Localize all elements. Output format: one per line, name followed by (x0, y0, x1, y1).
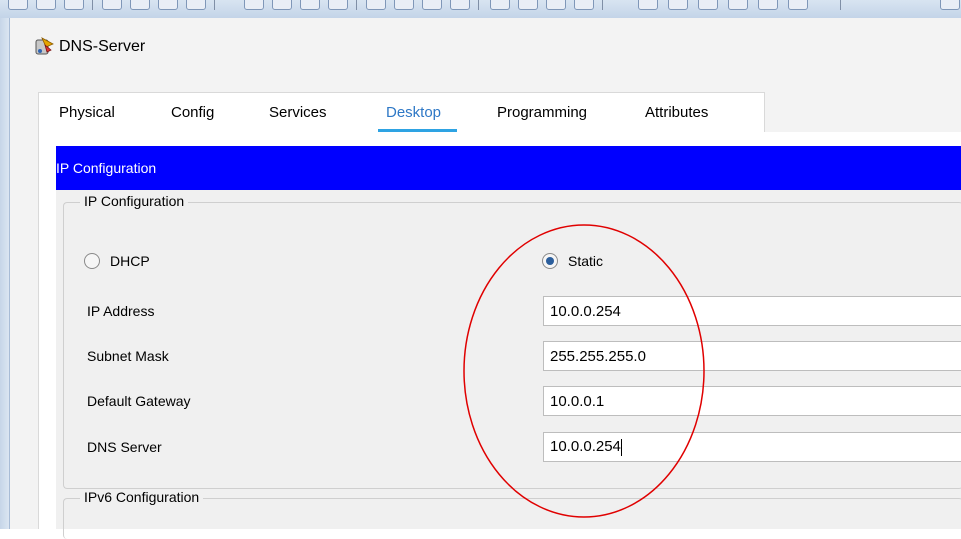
ip-config-panel: IP Configuration IP Configuration DHCP S… (56, 146, 961, 539)
tab-programming[interactable]: Programming (497, 93, 587, 133)
dns-server-label: DNS Server (87, 439, 162, 455)
window-titlebar: DNS-Server (10, 32, 410, 62)
toolbar-separator (602, 0, 603, 10)
ipv4-config-group: IP Configuration DHCP Static IP Address … (63, 193, 961, 489)
toolbar-icon[interactable] (300, 0, 320, 10)
subnet-mask-field[interactable] (543, 341, 961, 371)
toolbar-icon[interactable] (758, 0, 778, 10)
toolbar-icon[interactable] (186, 0, 206, 10)
toolbar-icon[interactable] (638, 0, 658, 10)
toolbar-icon[interactable] (668, 0, 688, 10)
toolbar-icon[interactable] (158, 0, 178, 10)
tab-config[interactable]: Config (171, 93, 214, 133)
tab-bar: Physical Config Services Desktop Program… (38, 92, 765, 133)
dns-server-value: 10.0.0.254 (550, 438, 621, 455)
dhcp-label: DHCP (110, 253, 150, 269)
toolbar-separator (356, 0, 357, 10)
toolbar-icon[interactable] (102, 0, 122, 10)
toolbar-icon[interactable] (940, 0, 960, 10)
ip-address-field[interactable] (543, 296, 961, 326)
toolbar-icon[interactable] (366, 0, 386, 10)
tab-physical[interactable]: Physical (59, 93, 115, 133)
toolbar-icon[interactable] (64, 0, 84, 10)
toolbar-icon[interactable] (272, 0, 292, 10)
toolbar-separator (214, 0, 215, 10)
toolbar-icon[interactable] (328, 0, 348, 10)
toolbar-icon[interactable] (728, 0, 748, 10)
toolbar-icon[interactable] (698, 0, 718, 10)
default-gateway-label: Default Gateway (87, 393, 191, 409)
tab-content: IP Configuration IP Configuration DHCP S… (38, 132, 961, 539)
toolbar-icon[interactable] (788, 0, 808, 10)
dns-server-field[interactable]: 10.0.0.254 (543, 432, 961, 462)
toolbar-icon[interactable] (518, 0, 538, 10)
ip-address-label: IP Address (87, 303, 155, 319)
toolbar-icon[interactable] (394, 0, 414, 10)
tab-services[interactable]: Services (269, 93, 327, 133)
toolbar-icon[interactable] (8, 0, 28, 10)
toolbar-icon[interactable] (36, 0, 56, 10)
toolbar-icon[interactable] (450, 0, 470, 10)
toolbar-separator (92, 0, 93, 10)
group-label: IP Configuration (80, 193, 189, 209)
toolbar-icon[interactable] (422, 0, 442, 10)
tab-desktop[interactable]: Desktop (377, 93, 458, 133)
static-option[interactable]: Static (542, 253, 603, 269)
window-title: DNS-Server (59, 38, 146, 55)
toolbar-icon[interactable] (130, 0, 150, 10)
subnet-mask-label: Subnet Mask (87, 348, 169, 364)
toolbar-icon[interactable] (574, 0, 594, 10)
pt-server-icon (35, 37, 54, 55)
workspace-edge (0, 18, 10, 529)
group-label: IPv6 Configuration (80, 489, 204, 505)
toolbar-icon[interactable] (244, 0, 264, 10)
toolbar-separator (478, 0, 479, 10)
tab-attributes[interactable]: Attributes (645, 93, 708, 133)
panel-header: IP Configuration (56, 146, 961, 190)
default-gateway-field[interactable] (543, 386, 961, 416)
toolbar-separator (840, 0, 841, 10)
toolbar-icon[interactable] (490, 0, 510, 10)
dhcp-option[interactable]: DHCP (84, 253, 150, 269)
dhcp-radio[interactable] (84, 253, 100, 269)
text-caret (620, 438, 622, 456)
toolbar-icon[interactable] (546, 0, 566, 10)
ipv6-config-group: IPv6 Configuration (63, 489, 961, 539)
top-toolbar (0, 0, 961, 19)
device-window: DNS-Server Physical Config Services Desk… (10, 18, 961, 539)
static-label: Static (568, 253, 604, 269)
static-radio[interactable] (542, 253, 558, 269)
